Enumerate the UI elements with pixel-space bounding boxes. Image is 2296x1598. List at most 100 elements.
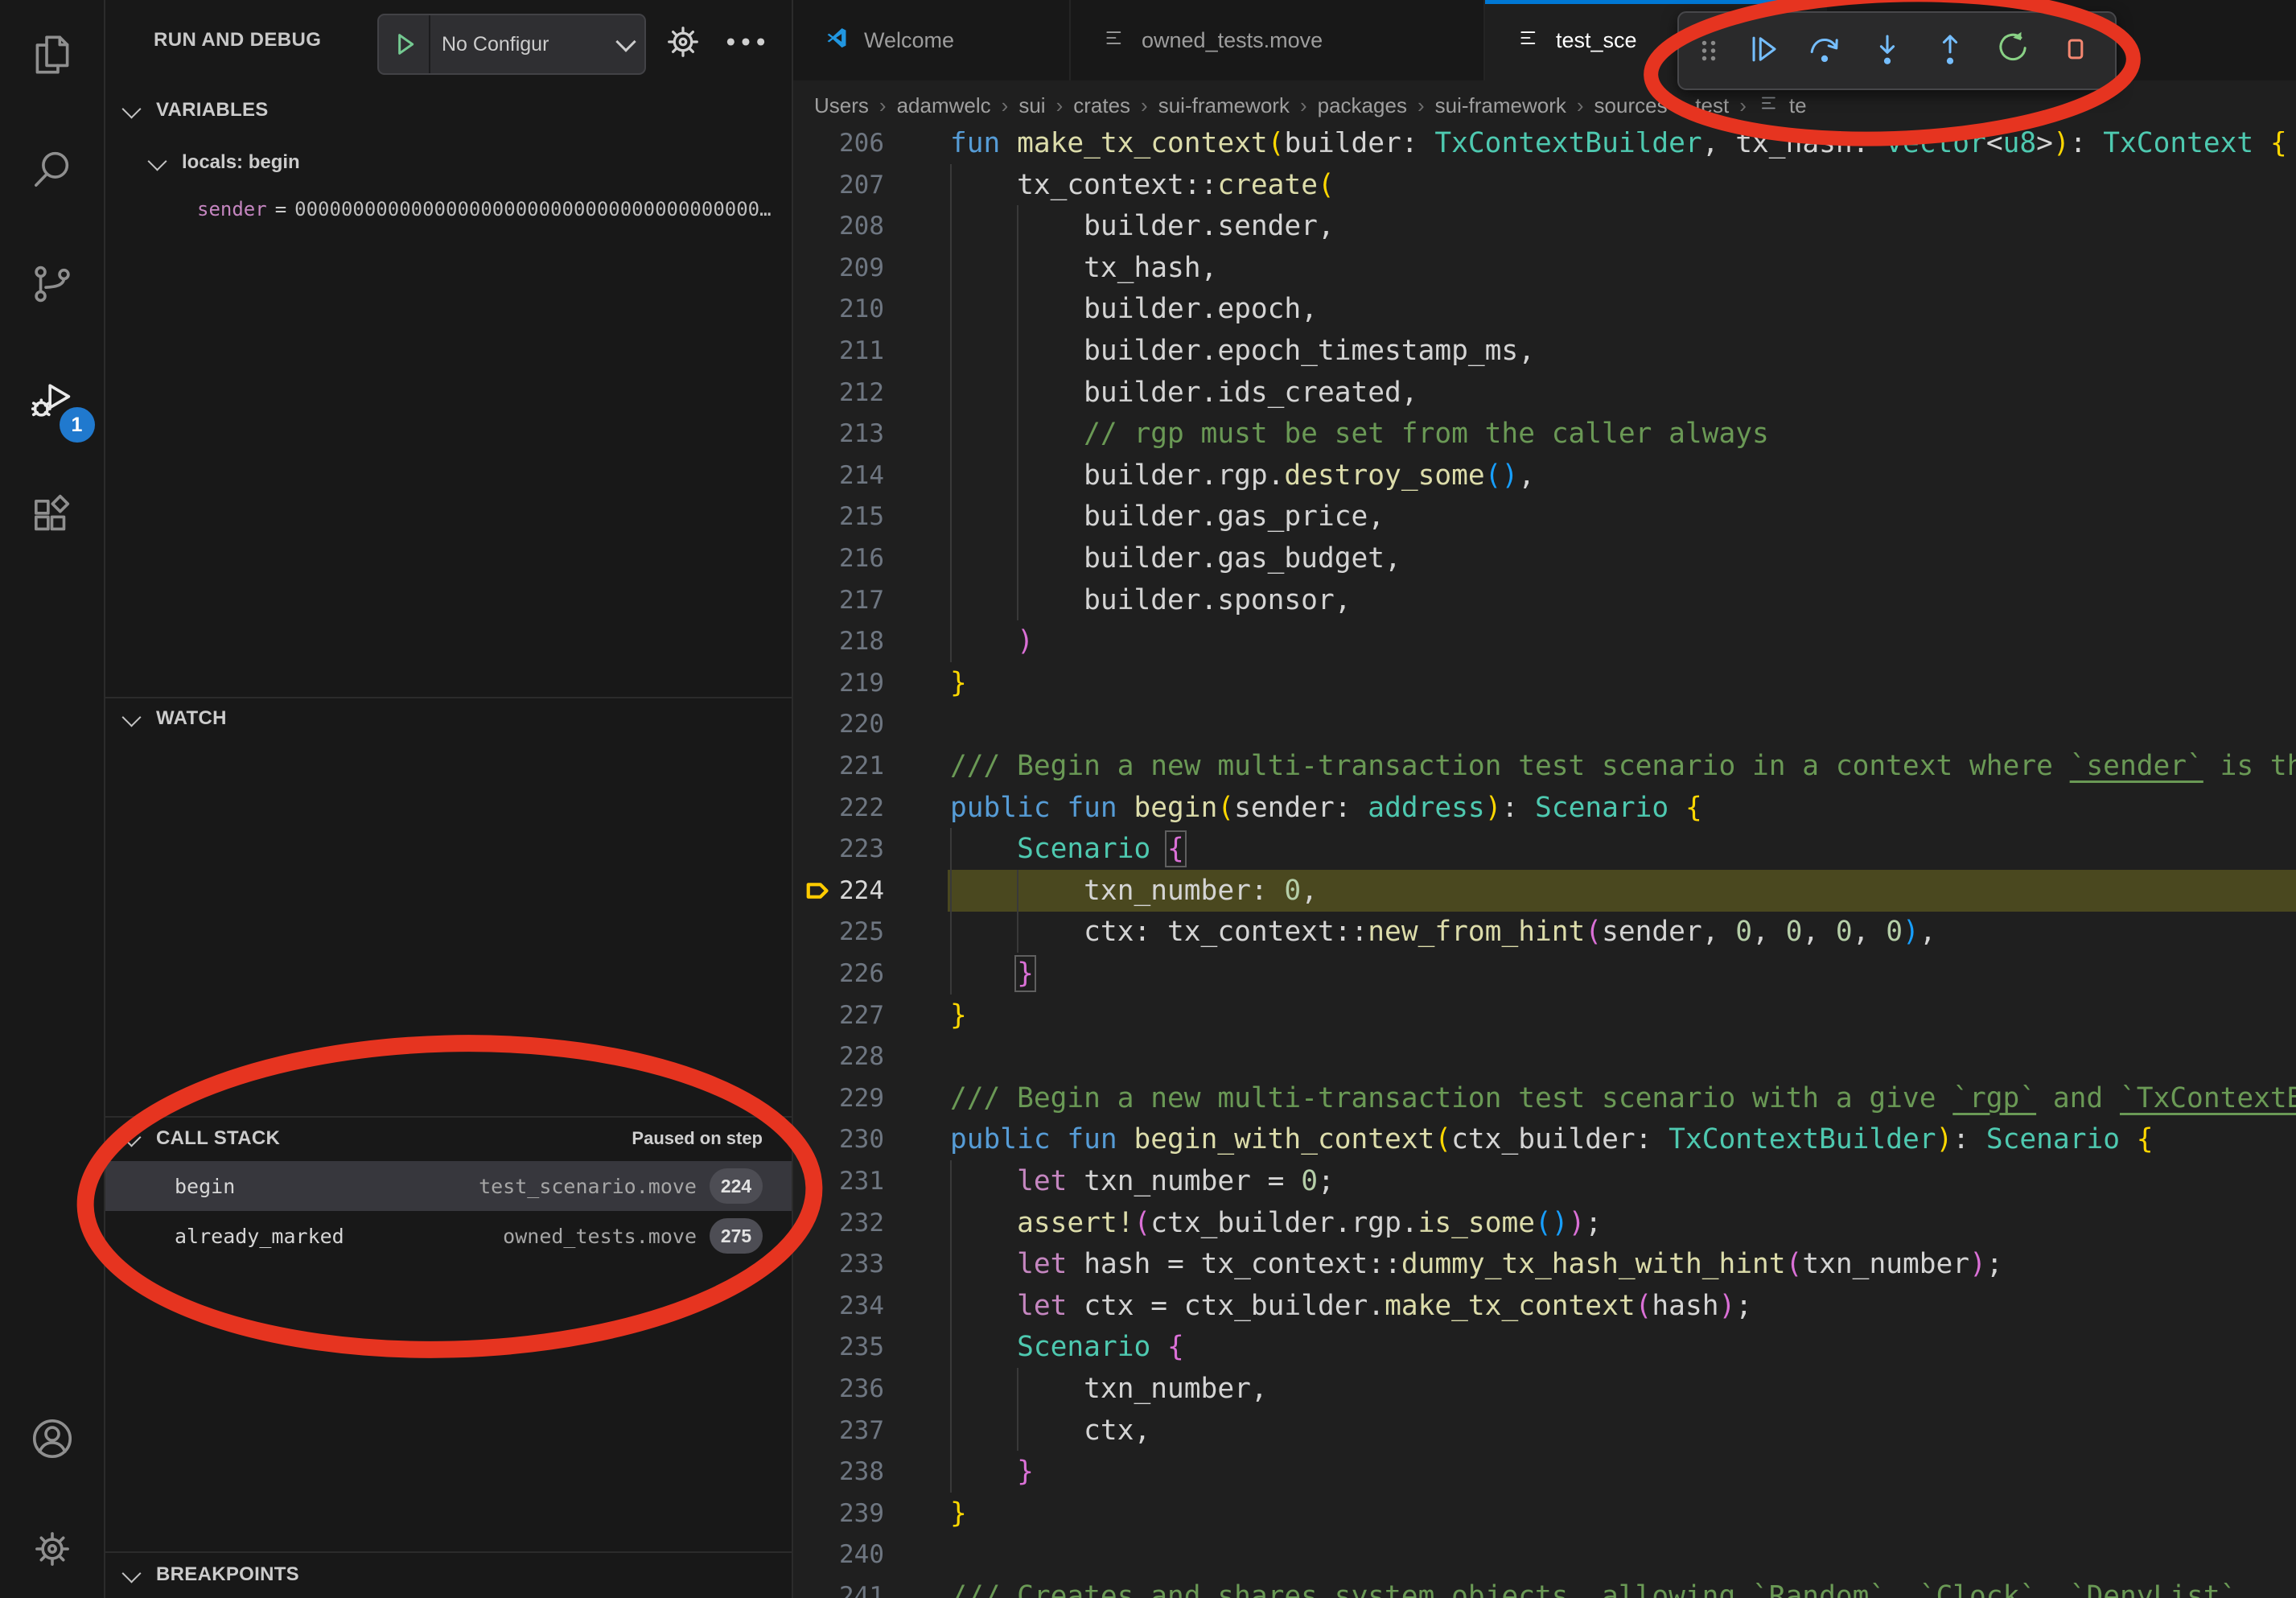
code-line-239: 239} <box>793 1493 2296 1534</box>
variables-scope-locals[interactable]: locals: begin <box>105 142 792 183</box>
line-content: fun make_tx_context(builder: TxContextBu… <box>950 131 2287 164</box>
line-number: 207 <box>793 164 884 206</box>
section-label: VARIABLES <box>156 99 269 121</box>
move-file-icon <box>1757 91 1781 121</box>
call-stack-section-header[interactable]: CALL STACK Paused on step <box>105 1118 792 1159</box>
line-number: 206 <box>793 131 884 164</box>
watch-section-header[interactable]: WATCH <box>105 698 792 739</box>
code-editor[interactable]: 206 fun make_tx_context(builder: TxContex… <box>793 131 2296 1598</box>
step-over-button[interactable] <box>1793 19 1856 83</box>
source-control-icon <box>27 259 77 313</box>
breadcrumb-item[interactable]: packages <box>1318 93 1407 118</box>
line-number: 221 <box>793 745 884 787</box>
breadcrumb-separator: › <box>1046 93 1074 118</box>
line-number: 214 <box>793 455 884 496</box>
chevron-down-icon <box>121 99 141 118</box>
breadcrumb-item[interactable]: Users <box>814 93 869 118</box>
breadcrumb-item[interactable]: sui-framework <box>1435 93 1566 118</box>
continue-button[interactable] <box>1730 19 1793 83</box>
breadcrumb-item[interactable]: crates <box>1073 93 1130 118</box>
code-line-220: 220 <box>793 703 2296 745</box>
chevron-down-icon <box>121 1563 141 1583</box>
more-actions-icon[interactable] <box>720 19 772 64</box>
breakpoints-section-header[interactable]: BREAKPOINTS <box>105 1553 792 1596</box>
breadcrumb-item[interactable]: sui-framework <box>1158 93 1290 118</box>
code-line-212: 212 builder.ids_created, <box>793 372 2296 414</box>
code-line-222: 222public fun begin(sender: address): Sc… <box>793 787 2296 829</box>
line-content: builder.gas_price, <box>950 496 1385 537</box>
breadcrumb-separator: › <box>1130 93 1158 118</box>
chevron-down-icon <box>147 151 167 171</box>
variable-sender[interactable]: sender=000000000000000000000000000000000… <box>197 188 780 230</box>
line-content: Scenario { <box>950 828 1184 870</box>
activity-bar-item-accounts[interactable] <box>15 1403 89 1477</box>
breadcrumb-separator: › <box>1729 93 1757 118</box>
gear-icon <box>27 1524 77 1578</box>
tab-welcome[interactable]: Welcome <box>793 0 1071 80</box>
move-file-icon <box>1516 25 1541 56</box>
variables-section-header[interactable]: VARIABLES <box>105 90 792 130</box>
breadcrumb-separator: › <box>1668 93 1696 118</box>
line-content: public fun begin(sender: address): Scena… <box>950 787 1702 829</box>
activity-bar-item-search[interactable] <box>15 134 89 208</box>
launch-configuration-dropdown[interactable]: No Configur <box>377 14 646 75</box>
chevron-down-icon <box>121 707 141 727</box>
activity-bar: 1 <box>0 0 105 1598</box>
breadcrumb-item[interactable]: test <box>1695 93 1729 118</box>
activity-bar-item-source-control[interactable] <box>15 249 89 323</box>
code-line-227: 227} <box>793 995 2296 1036</box>
line-content: ) <box>950 620 1034 662</box>
frame-file-name: test_scenario.move <box>479 1175 697 1198</box>
line-content: } <box>950 995 967 1036</box>
line-content: tx_hash, <box>950 247 1217 289</box>
line-number: 240 <box>793 1534 884 1575</box>
line-number: 218 <box>793 620 884 662</box>
line-number: 236 <box>793 1368 884 1410</box>
code-line-230: 230public fun begin_with_context(ctx_bui… <box>793 1118 2296 1160</box>
restart-button[interactable] <box>1981 19 2044 83</box>
line-content: tx_context::create( <box>950 164 1335 206</box>
line-content: builder.sender, <box>950 205 1335 247</box>
code-line-221: 221/// Begin a new multi-transaction tes… <box>793 745 2296 787</box>
stop-button[interactable] <box>2044 19 2107 83</box>
line-content: builder.ids_created, <box>950 372 1418 414</box>
toolbar-drag-handle[interactable] <box>1687 19 1730 83</box>
line-number: 230 <box>793 1118 884 1160</box>
activity-bar-item-run-and-debug[interactable]: 1 <box>15 365 89 439</box>
line-number: 227 <box>793 995 884 1036</box>
breadcrumb-item-file[interactable]: te <box>1757 91 1807 121</box>
tab-label: owned_tests.move <box>1142 28 1323 53</box>
restart-icon <box>1992 28 2034 74</box>
variable-name: sender <box>197 198 267 220</box>
call-stack-frame-already_marked[interactable]: already_markedowned_tests.move275 <box>105 1211 792 1261</box>
line-content: builder.epoch_timestamp_ms, <box>950 330 1535 372</box>
start-debugging-icon[interactable] <box>379 15 430 73</box>
code-line-225: 225 ctx: tx_context::new_from_hint(sende… <box>793 911 2296 953</box>
vscode-window: 1 RUN AND DEBUG No Configur VARIABLES lo… <box>0 0 2296 1598</box>
line-number: 233 <box>793 1243 884 1285</box>
line-number: 220 <box>793 703 884 745</box>
code-line-235: 235 Scenario { <box>793 1326 2296 1368</box>
tab-label: test_sce <box>1556 28 1637 53</box>
call-stack-frame-begin[interactable]: begintest_scenario.move224 <box>105 1161 792 1211</box>
step-into-button[interactable] <box>1856 19 1919 83</box>
sidebar-header: RUN AND DEBUG No Configur <box>105 0 792 80</box>
breadcrumb-item[interactable]: sources <box>1594 93 1668 118</box>
line-number: 239 <box>793 1493 884 1534</box>
line-content: } <box>950 1451 1034 1493</box>
line-content: assert!(ctx_builder.rgp.is_some()); <box>950 1202 1602 1244</box>
frame-line-badge: 275 <box>710 1218 763 1254</box>
line-number: 211 <box>793 330 884 372</box>
activity-bar-item-settings[interactable] <box>15 1514 89 1588</box>
step-out-button[interactable] <box>1919 19 1981 83</box>
breadcrumb-item[interactable]: adamwelc <box>897 93 991 118</box>
line-number: 231 <box>793 1160 884 1202</box>
debug-settings-gear-icon[interactable] <box>660 19 706 64</box>
extensions-icon <box>27 492 77 546</box>
tab-owned-tests-move[interactable]: owned_tests.move <box>1071 0 1485 80</box>
line-number: 215 <box>793 496 884 537</box>
code-line-241: 241/// Creates and shares system objects… <box>793 1575 2296 1598</box>
breadcrumb-item[interactable]: sui <box>1018 93 1045 118</box>
activity-bar-item-explorer[interactable] <box>15 19 89 93</box>
activity-bar-item-extensions[interactable] <box>15 482 89 556</box>
